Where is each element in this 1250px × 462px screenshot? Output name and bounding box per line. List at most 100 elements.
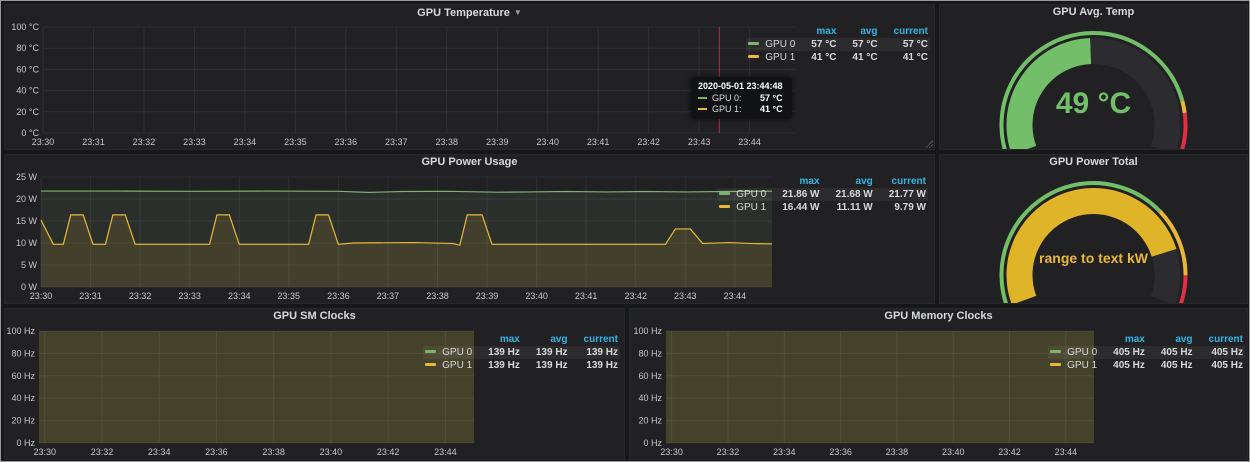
x-axis-tick-label: 23:38 bbox=[262, 447, 285, 457]
panel-title-gpu-power-usage[interactable]: GPU Power Usage bbox=[5, 155, 934, 171]
y-axis-tick-label: 60 Hz bbox=[638, 371, 662, 381]
x-axis-tick-label: 23:38 bbox=[886, 447, 909, 457]
series-fill bbox=[666, 331, 1094, 443]
x-axis-tick-label: 23:43 bbox=[688, 137, 711, 147]
panel-title-gpu-memory-clocks[interactable]: GPU Memory Clocks bbox=[630, 309, 1247, 325]
x-axis-tick-label: 23:36 bbox=[205, 447, 228, 457]
chart-tooltip: 2020-05-01 23:44:48 GPU 0:57 °CGPU 1:41 °… bbox=[691, 77, 792, 119]
y-axis-tick-label: 40 °C bbox=[16, 86, 39, 96]
x-axis-tick-label: 23:34 bbox=[148, 447, 171, 457]
legend-header: max bbox=[797, 25, 838, 38]
legend-value: 139 Hz bbox=[474, 346, 522, 359]
legend-series[interactable]: GPU 0 bbox=[746, 38, 797, 51]
x-axis-tick-label: 23:42 bbox=[624, 291, 647, 301]
x-axis-tick-label: 23:35 bbox=[284, 137, 307, 147]
y-axis-tick-label: 60 Hz bbox=[11, 371, 35, 381]
legend-row: GPU 0405 Hz405 Hz405 Hz bbox=[1048, 346, 1245, 359]
chart-canvas[interactable]: 0 W5 W10 W15 W20 W25 W23:3023:3123:3223:… bbox=[7, 171, 782, 303]
series-color-swatch bbox=[425, 350, 436, 353]
chart-canvas[interactable]: 0 Hz20 Hz40 Hz60 Hz80 Hz100 Hz23:3023:32… bbox=[7, 325, 482, 459]
legend-header: max bbox=[474, 333, 522, 346]
series-name[interactable]: GPU 1 bbox=[442, 360, 472, 371]
series-name[interactable]: GPU 0 bbox=[1067, 347, 1097, 358]
legend-series[interactable]: GPU 1 bbox=[746, 51, 797, 64]
legend-header: avg bbox=[822, 175, 875, 188]
legend-value: 405 Hz bbox=[1147, 346, 1195, 359]
gpu-avg-temp-gauge: 49 °C bbox=[940, 21, 1247, 149]
legend-series[interactable]: GPU 0 bbox=[423, 346, 474, 359]
series-name[interactable]: GPU 0 bbox=[736, 189, 766, 200]
x-axis-tick-label: 23:33 bbox=[183, 137, 206, 147]
y-axis-tick-label: 25 W bbox=[16, 172, 38, 182]
x-axis-tick-label: 23:40 bbox=[525, 291, 548, 301]
gpu-temperature-chart[interactable]: 0 °C20 °C40 °C60 °C80 °C100 °C23:3023:31… bbox=[7, 21, 799, 149]
series-color-swatch bbox=[719, 205, 730, 208]
panel-title-text: GPU Temperature bbox=[417, 7, 510, 19]
panel-title-gpu-avg-temp[interactable]: GPU Avg. Temp bbox=[940, 5, 1247, 21]
legend-series[interactable]: GPU 0 bbox=[1048, 346, 1099, 359]
legend-value: 139 Hz bbox=[474, 359, 522, 372]
y-axis-tick-label: 100 Hz bbox=[633, 326, 662, 336]
gpu-memory-clocks-chart[interactable]: 0 Hz20 Hz40 Hz60 Hz80 Hz100 Hz23:3023:32… bbox=[632, 325, 1100, 459]
panel-title-gpu-sm-clocks[interactable]: GPU SM Clocks bbox=[5, 309, 624, 325]
legend-series[interactable]: GPU 1 bbox=[423, 359, 474, 372]
x-axis-tick-label: 23:37 bbox=[377, 291, 400, 301]
legend-row: GPU 116.44 W11.11 W9.79 W bbox=[717, 201, 928, 214]
x-axis-tick-label: 23:32 bbox=[717, 447, 740, 457]
legend-series[interactable]: GPU 1 bbox=[1048, 359, 1099, 372]
x-axis-tick-label: 23:40 bbox=[320, 447, 343, 457]
tooltip-series-name: GPU 1: bbox=[712, 104, 742, 114]
gpu-power-usage-chart[interactable]: 0 W5 W10 W15 W20 W25 W23:3023:3123:3223:… bbox=[7, 171, 782, 303]
x-axis-tick-label: 23:34 bbox=[228, 291, 251, 301]
series-name[interactable]: GPU 0 bbox=[442, 347, 472, 358]
legend-series[interactable]: GPU 0 bbox=[717, 188, 768, 201]
series-name[interactable]: GPU 1 bbox=[736, 202, 766, 213]
x-axis-tick-label: 23:38 bbox=[435, 137, 458, 147]
legend-value: 139 Hz bbox=[522, 359, 570, 372]
gpu-sm-clocks-chart[interactable]: 0 Hz20 Hz40 Hz60 Hz80 Hz100 Hz23:3023:32… bbox=[7, 325, 482, 459]
x-axis-tick-label: 23:32 bbox=[91, 447, 114, 457]
x-axis-tick-label: 23:30 bbox=[32, 137, 55, 147]
series-color-swatch bbox=[719, 192, 730, 195]
legend-series[interactable]: GPU 1 bbox=[717, 201, 768, 214]
chart-canvas[interactable]: 0 Hz20 Hz40 Hz60 Hz80 Hz100 Hz23:3023:32… bbox=[632, 325, 1100, 459]
legend-header: current bbox=[875, 175, 928, 188]
x-axis-tick-label: 23:40 bbox=[942, 447, 965, 457]
tooltip-series-row: GPU 1:41 °C bbox=[698, 104, 783, 114]
y-axis-tick-label: 80 Hz bbox=[11, 348, 35, 358]
panel-gpu-power-total: GPU Power Total range to text kW bbox=[939, 154, 1248, 304]
x-axis-tick-label: 23:35 bbox=[278, 291, 301, 301]
legend-row: GPU 1139 Hz139 Hz139 Hz bbox=[423, 359, 620, 372]
panel-title-gpu-power-total[interactable]: GPU Power Total bbox=[940, 155, 1247, 171]
series-color-swatch bbox=[425, 363, 436, 366]
tooltip-series-value: 57 °C bbox=[760, 93, 783, 103]
tooltip-series-row: GPU 0:57 °C bbox=[698, 93, 783, 103]
tooltip-timestamp: 2020-05-01 23:44:48 bbox=[698, 81, 783, 91]
x-axis-tick-label: 23:31 bbox=[79, 291, 102, 301]
x-axis-tick-label: 23:38 bbox=[426, 291, 449, 301]
y-axis-tick-label: 60 °C bbox=[16, 64, 39, 74]
legend-row: GPU 0139 Hz139 Hz139 Hz bbox=[423, 346, 620, 359]
panel-resize-grip[interactable] bbox=[925, 140, 933, 148]
legend-header: current bbox=[1195, 333, 1245, 346]
y-axis-tick-label: 10 W bbox=[16, 238, 38, 248]
series-name[interactable]: GPU 1 bbox=[1067, 360, 1097, 371]
panel-title-gpu-temperature[interactable]: GPU Temperature▼ bbox=[5, 5, 934, 21]
x-axis-tick-label: 23:30 bbox=[660, 447, 683, 457]
gauge-threshold-segment bbox=[1180, 275, 1186, 303]
legend-header: current bbox=[570, 333, 620, 346]
legend-value: 139 Hz bbox=[570, 359, 620, 372]
series-color-swatch bbox=[1050, 363, 1061, 366]
chart-canvas[interactable]: 0 °C20 °C40 °C60 °C80 °C100 °C23:3023:31… bbox=[7, 21, 799, 149]
legend-value: 21.68 W bbox=[822, 188, 875, 201]
x-axis-tick-label: 23:37 bbox=[385, 137, 408, 147]
x-axis-tick-label: 23:44 bbox=[738, 137, 761, 147]
legend-value: 11.11 W bbox=[822, 201, 875, 214]
series-name[interactable]: GPU 0 bbox=[765, 39, 795, 50]
series-name[interactable]: GPU 1 bbox=[765, 52, 795, 63]
legend-header: avg bbox=[522, 333, 570, 346]
legend-value: 57 °C bbox=[838, 38, 879, 51]
legend-row: GPU 1405 Hz405 Hz405 Hz bbox=[1048, 359, 1245, 372]
legend-header: current bbox=[880, 25, 930, 38]
legend-row: GPU 141 °C41 °C41 °C bbox=[746, 51, 930, 64]
